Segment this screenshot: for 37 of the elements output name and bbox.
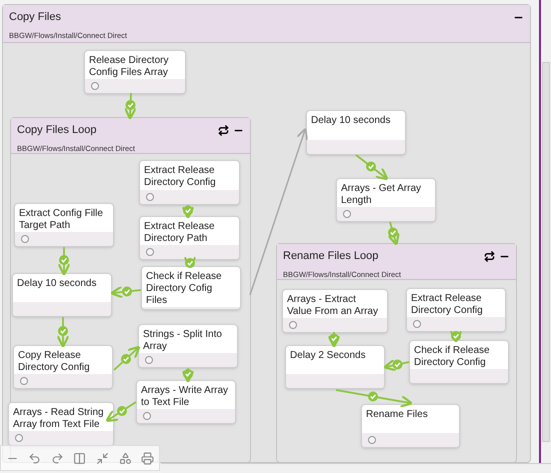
flow-node[interactable]: Strings - Split Into Array: [138, 324, 238, 368]
flow-node[interactable]: Extract Config Fille Target Path: [14, 203, 114, 247]
flow-node[interactable]: Delay 10 seconds: [306, 110, 406, 155]
node-label: Copy Release Directory Config: [18, 350, 91, 374]
flow-node[interactable]: Extract Release Directory Path: [139, 216, 240, 260]
flow-node[interactable]: Arrays - Extract Value From an Array: [282, 289, 388, 333]
flow-node[interactable]: Release Directory Config Files Array: [84, 50, 186, 94]
node-label: Strings - Split Into Array: [143, 329, 223, 353]
flow-node[interactable]: Check if Release Directory Cofig Files: [141, 266, 241, 310]
node-label: Check if Release Directory Cofig Files: [146, 271, 223, 307]
node-label: Delay 2 Seconds: [290, 350, 367, 362]
node-label: Rename Files: [366, 409, 429, 421]
flow-node[interactable]: Copy Release Directory Config: [13, 345, 113, 389]
node-label: Arrays - Write Array to Text File: [141, 385, 230, 409]
node-label: Extract Release Directory Config: [144, 165, 217, 189]
node-label: Delay 10 seconds: [311, 115, 392, 127]
node-label: Delay 10 seconds: [17, 278, 98, 290]
flow-node[interactable]: Delay 10 seconds: [12, 273, 112, 317]
node-label: Extract Config Fille Target Path: [19, 208, 104, 232]
flow-node[interactable]: Arrays - Get Array Length: [336, 178, 436, 222]
node-label: Extract Release Directory Config: [411, 293, 484, 317]
node-label: Release Directory Config Files Array: [89, 55, 170, 79]
flow-node[interactable]: Extract Release Directory Config: [139, 160, 240, 205]
node-label: Arrays - Read String Array from Text File: [13, 407, 105, 431]
flow-node[interactable]: Rename Files: [361, 404, 460, 448]
group-title: Copy Files Loop: [17, 123, 96, 138]
flow-node[interactable]: Delay 2 Seconds: [285, 345, 385, 389]
group-title: Rename Files Loop: [283, 249, 378, 264]
node-label: Arrays - Get Array Length: [341, 183, 422, 207]
node-label: Check if Release Directory Config: [414, 345, 491, 369]
flow-node[interactable]: Arrays - Write Array to Text File: [136, 380, 236, 424]
flow-node[interactable]: Check if Release Directory Config: [409, 340, 509, 384]
flow-node[interactable]: Extract Release Directory Config: [406, 288, 506, 332]
group-title: Copy Files: [9, 10, 61, 25]
node-label: Extract Release Directory Path: [144, 221, 216, 245]
node-label: Arrays - Extract Value From an Array: [287, 294, 379, 318]
flow-node[interactable]: Arrays - Read String Array from Text File: [8, 402, 114, 446]
